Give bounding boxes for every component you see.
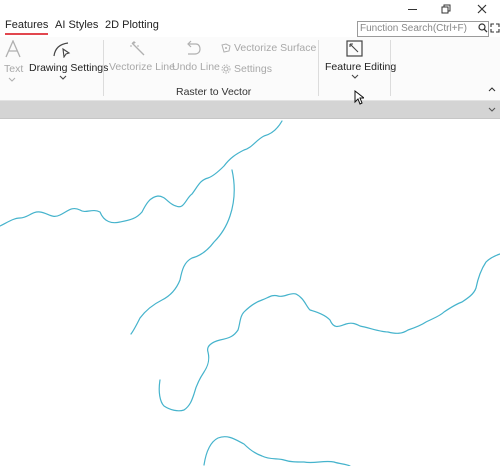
undo-line-button[interactable]: Undo Line [170, 40, 220, 80]
drawing-settings-label: Drawing Settings [29, 62, 109, 74]
contour-line [158, 253, 500, 412]
chevron-down-icon [59, 75, 67, 80]
vectorize-line-label: Vectorize Line [109, 61, 175, 73]
feature-editing-label: Feature Editing [325, 61, 397, 73]
chevron-up-icon [488, 86, 496, 91]
search-button[interactable] [477, 21, 489, 35]
feature-editing-button[interactable]: Feature Editing [322, 40, 396, 84]
text-icon [5, 40, 21, 58]
mouse-cursor-icon [354, 90, 364, 105]
raster-to-vector-group-label: Raster to Vector [176, 86, 252, 98]
search-input[interactable] [357, 21, 489, 37]
document-tab-bar [0, 101, 500, 119]
search-icon [478, 23, 488, 33]
drawing-pen-icon [53, 42, 71, 58]
tab-ai-styles[interactable]: AI Styles [55, 19, 98, 31]
close-icon [477, 4, 487, 14]
undo-line-label: Undo Line [172, 61, 220, 73]
ribbon-separator [103, 40, 104, 96]
collapse-ribbon-button[interactable] [486, 84, 498, 94]
feature-edit-icon [346, 40, 363, 57]
vectorize-line-button[interactable]: Vectorize Line [107, 40, 175, 80]
restore-button[interactable] [426, 0, 466, 18]
settings-button[interactable]: Settings [219, 62, 279, 76]
text-tool-button[interactable]: Text [2, 40, 26, 92]
contour-line [0, 120, 283, 227]
tab-list-dropdown[interactable] [486, 104, 498, 114]
vectorize-surface-label: Vectorize Surface [234, 42, 317, 54]
chevron-down-icon [488, 107, 496, 112]
vectorize-surface-icon [221, 43, 231, 53]
drawing-settings-button[interactable]: Drawing Settings [28, 40, 108, 92]
vectorize-wand-icon [130, 41, 145, 56]
gear-icon [221, 64, 231, 74]
tab-2d-plotting[interactable]: 2D Plotting [105, 19, 159, 31]
contour-line [130, 169, 235, 335]
minimize-icon [407, 8, 417, 10]
ribbon-separator [318, 40, 319, 96]
settings-label: Settings [234, 63, 272, 75]
close-button[interactable] [462, 0, 500, 18]
expand-button[interactable] [489, 21, 500, 35]
map-canvas[interactable] [0, 119, 500, 467]
vectorize-surface-button[interactable]: Vectorize Surface [219, 41, 316, 55]
tab-features[interactable]: Features [5, 19, 49, 35]
undo-icon [187, 40, 201, 55]
chevron-down-icon [8, 77, 16, 82]
chevron-down-icon [351, 74, 359, 79]
expand-icon [489, 23, 500, 33]
contour-line [203, 436, 351, 467]
ribbon-separator [390, 40, 391, 96]
contour-lines [0, 120, 500, 467]
restore-icon [441, 4, 451, 14]
text-tool-label: Text [4, 63, 24, 75]
